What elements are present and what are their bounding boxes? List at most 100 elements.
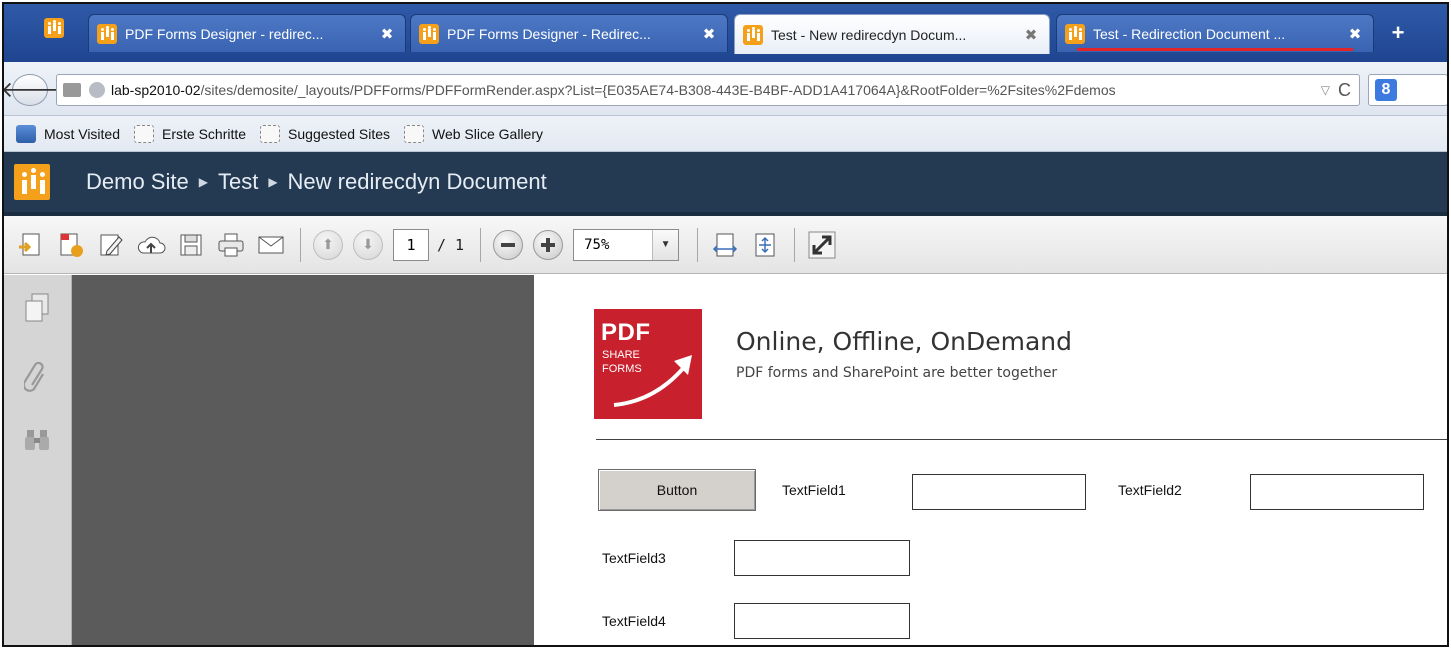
back-button[interactable]: 🡐 — [4, 74, 60, 106]
toolbar-separator — [300, 227, 301, 262]
arrow-up-icon: ⬆ — [322, 236, 334, 252]
bookmark-erste-schritte[interactable]: Erste Schritte — [134, 124, 247, 143]
sharepoint-header: Demo Site ▶ Test ▶ New redirecdyn Docume… — [4, 152, 1447, 216]
bookmark-label: Erste Schritte — [162, 125, 247, 142]
minus-icon — [501, 242, 516, 247]
navigation-bar: 🡐 lab-sp2010-02 /sites/demosite/_layouts… — [4, 62, 1447, 116]
tab-groups-icon[interactable] — [63, 83, 81, 97]
page-icon — [260, 124, 281, 143]
bookmarks-toolbar: Most Visited Erste Schritte Suggested Si… — [4, 116, 1447, 152]
pdf-share-forms-logo: PDF SHARE FORMS — [594, 309, 702, 419]
tab-favicon-icon — [97, 23, 117, 44]
bookmark-label: Suggested Sites — [288, 125, 390, 142]
textfield1-label: TextField1 — [782, 482, 846, 498]
url-history-dropdown-icon[interactable]: ▽ — [1321, 83, 1330, 97]
search-box[interactable]: 8 — [1368, 74, 1447, 106]
import-data-icon[interactable] — [16, 230, 46, 260]
fit-page-icon[interactable] — [750, 230, 780, 260]
textfield3-label: TextField3 — [602, 550, 666, 566]
zoom-in-button[interactable] — [533, 229, 564, 260]
bookmark-label: Most Visited — [44, 125, 120, 142]
viewer-sidebar — [4, 275, 72, 645]
reload-icon[interactable]: C — [1338, 80, 1351, 101]
site-identity-icon[interactable] — [89, 82, 105, 98]
zoom-value: 75% — [584, 236, 610, 253]
form-heading: Online, Offline, OnDemand — [736, 327, 1072, 356]
textfield2-label: TextField2 — [1118, 482, 1182, 498]
breadcrumb-document: New redirecdyn Document — [287, 169, 547, 194]
zoom-select[interactable]: 75% ▼ — [573, 228, 680, 261]
find-binoculars-icon[interactable] — [20, 421, 54, 459]
fit-width-icon[interactable] — [710, 230, 740, 260]
tab-close-icon[interactable]: ✖ — [1347, 25, 1363, 43]
breadcrumb-site[interactable]: Demo Site — [86, 169, 189, 195]
pages-panel-icon[interactable] — [20, 289, 54, 327]
tab-4[interactable]: Test - Redirection Document ... ✖ — [1056, 14, 1374, 52]
url-path: /sites/demosite/_layouts/PDFForms/PDFFor… — [200, 82, 1116, 98]
breadcrumb-separator-icon: ▶ — [198, 175, 208, 189]
tab-favicon-icon — [743, 24, 763, 45]
firefox-menu-button[interactable] — [12, 10, 70, 52]
tab-close-icon[interactable]: ✖ — [379, 25, 395, 43]
save-icon[interactable] — [176, 230, 206, 260]
document-background — [72, 275, 534, 645]
tab-1[interactable]: PDF Forms Designer - redirec... ✖ — [88, 14, 406, 52]
form-button[interactable]: Button — [598, 469, 756, 511]
logo-arrow-icon — [613, 355, 692, 407]
tab-title: PDF Forms Designer - redirec... — [125, 25, 324, 42]
tab-title: Test - New redirecdyn Docum... — [771, 26, 967, 43]
textfield3-input[interactable] — [734, 540, 910, 576]
bookmark-most-visited[interactable]: Most Visited — [16, 124, 120, 143]
bookmark-web-slice-gallery[interactable]: Web Slice Gallery — [404, 124, 544, 143]
page-icon — [134, 124, 154, 143]
next-page-button[interactable]: ⬇ — [353, 229, 383, 260]
textfield1-input[interactable] — [912, 474, 1086, 510]
zoom-out-button[interactable] — [493, 229, 524, 260]
fullscreen-icon[interactable] — [807, 230, 837, 260]
upload-cloud-icon[interactable] — [136, 230, 166, 260]
pdf-viewer-toolbar: ⬆ ⬇ 1 / 1 75% ▼ — [4, 216, 1447, 274]
previous-page-button[interactable]: ⬆ — [313, 229, 343, 260]
page-icon — [404, 124, 424, 143]
pdf-page: PDF SHARE FORMS Online, Offline, OnDeman… — [534, 275, 1447, 645]
tab-3-active[interactable]: Test - New redirecdyn Docum... ✖ — [734, 14, 1050, 54]
export-data-icon[interactable] — [56, 230, 86, 260]
toolbar-separator — [697, 227, 699, 262]
edit-form-icon[interactable] — [96, 230, 126, 260]
toolbar-separator — [480, 227, 482, 262]
browser-window: PDF Forms Designer - redirec... ✖ PDF Fo… — [2, 2, 1449, 647]
tab-favicon-icon — [419, 23, 439, 44]
chevron-down-icon[interactable]: ▼ — [652, 229, 679, 260]
google-search-icon: 8 — [1375, 79, 1397, 101]
tab-favicon-icon — [1065, 23, 1085, 44]
back-arrow-icon: 🡐 — [2, 77, 60, 102]
url-host: lab-sp2010-02 — [111, 82, 201, 98]
arrow-down-icon: ⬇ — [362, 236, 374, 252]
address-bar[interactable]: lab-sp2010-02 /sites/demosite/_layouts/P… — [56, 74, 1360, 106]
plus-icon — [541, 237, 556, 252]
breadcrumb-separator-icon: ▶ — [268, 175, 278, 189]
bookmark-suggested-sites[interactable]: Suggested Sites — [260, 124, 390, 143]
print-icon[interactable] — [216, 230, 246, 260]
toolbar-separator — [794, 227, 796, 262]
tab-title: Test - Redirection Document ... — [1093, 25, 1286, 42]
sharepoint-logo-icon[interactable] — [14, 164, 50, 200]
attachments-paperclip-icon[interactable] — [20, 357, 54, 395]
new-tab-button[interactable]: + — [1378, 14, 1418, 52]
tab-close-icon[interactable]: ✖ — [701, 25, 717, 43]
form-subheading: PDF forms and SharePoint are better toge… — [736, 365, 1058, 381]
app-icon — [44, 18, 64, 38]
tab-title: PDF Forms Designer - Redirec... — [447, 25, 651, 42]
bookmark-label: Web Slice Gallery — [432, 125, 544, 142]
tab-2[interactable]: PDF Forms Designer - Redirec... ✖ — [410, 14, 728, 52]
tab-strip: PDF Forms Designer - redirec... ✖ PDF Fo… — [4, 4, 1447, 62]
textfield4-input[interactable] — [734, 603, 910, 639]
textfield4-label: TextField4 — [602, 613, 666, 629]
tab-close-icon[interactable]: ✖ — [1023, 26, 1039, 44]
email-icon[interactable] — [256, 230, 286, 260]
page-number-input[interactable]: 1 — [393, 228, 429, 261]
textfield2-input[interactable] — [1250, 474, 1424, 510]
breadcrumb: Demo Site ▶ Test ▶ New redirecdyn Docume… — [86, 169, 547, 195]
breadcrumb-list[interactable]: Test — [218, 169, 258, 195]
divider — [596, 439, 1447, 440]
